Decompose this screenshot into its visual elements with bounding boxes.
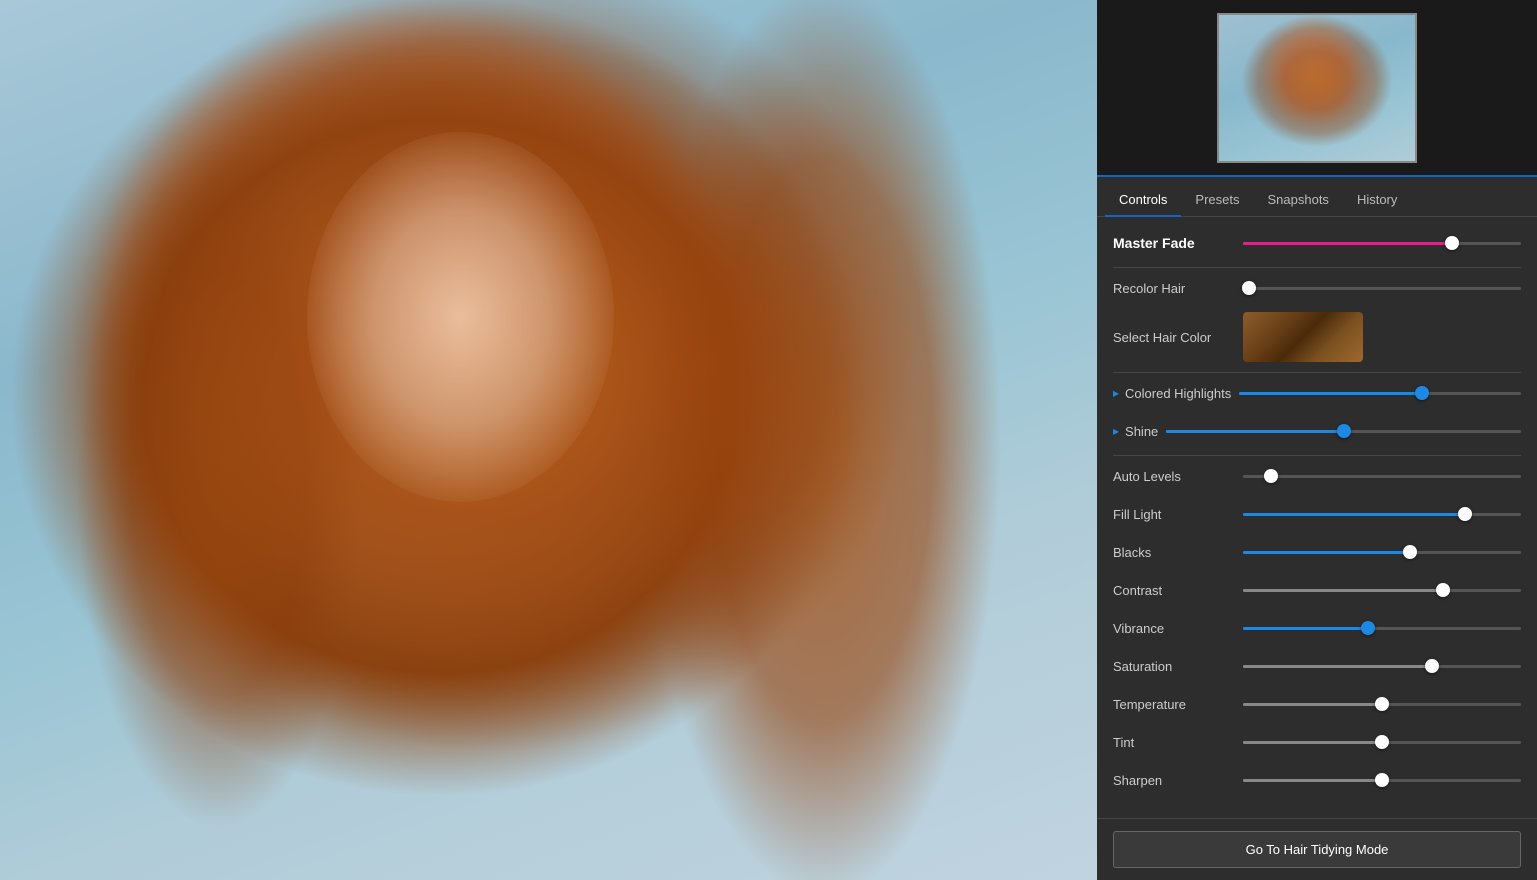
portrait-photo bbox=[0, 0, 1097, 880]
right-panel: Controls Presets Snapshots History Maste… bbox=[1097, 0, 1537, 880]
temperature-slider[interactable] bbox=[1243, 703, 1521, 706]
saturation-row: Saturation bbox=[1113, 652, 1521, 680]
shine-section[interactable]: ▸ Shine bbox=[1113, 424, 1158, 439]
divider-3 bbox=[1113, 455, 1521, 456]
tabs-bar: Controls Presets Snapshots History bbox=[1097, 175, 1537, 217]
tint-slider[interactable] bbox=[1243, 741, 1521, 744]
recolor-hair-slider[interactable] bbox=[1243, 287, 1521, 290]
contrast-label: Contrast bbox=[1113, 583, 1243, 598]
tab-controls[interactable]: Controls bbox=[1105, 184, 1181, 217]
recolor-hair-label: Recolor Hair bbox=[1113, 281, 1243, 296]
colored-highlights-section[interactable]: ▸ Colored Highlights bbox=[1113, 386, 1231, 401]
master-fade-label: Master Fade bbox=[1113, 235, 1243, 251]
temperature-label: Temperature bbox=[1113, 697, 1243, 712]
fill-light-row: Fill Light bbox=[1113, 500, 1521, 528]
vibrance-slider[interactable] bbox=[1243, 627, 1521, 630]
auto-levels-slider[interactable] bbox=[1243, 475, 1521, 478]
temperature-row: Temperature bbox=[1113, 690, 1521, 718]
divider-2 bbox=[1113, 372, 1521, 373]
fill-light-label: Fill Light bbox=[1113, 507, 1243, 522]
divider-1 bbox=[1113, 267, 1521, 268]
shine-label: Shine bbox=[1125, 424, 1158, 439]
blacks-label: Blacks bbox=[1113, 545, 1243, 560]
auto-levels-label: Auto Levels bbox=[1113, 469, 1243, 484]
colored-highlights-row: ▸ Colored Highlights bbox=[1113, 379, 1521, 407]
shine-slider[interactable] bbox=[1166, 430, 1521, 433]
colored-highlights-slider[interactable] bbox=[1239, 392, 1521, 395]
hair-color-swatch[interactable] bbox=[1243, 312, 1363, 362]
fill-light-slider[interactable] bbox=[1243, 513, 1521, 516]
tab-presets[interactable]: Presets bbox=[1181, 184, 1253, 217]
shine-row: ▸ Shine bbox=[1113, 417, 1521, 445]
controls-area: Master Fade Recolor Hair Select Hair Col… bbox=[1097, 217, 1537, 818]
master-fade-row: Master Fade bbox=[1113, 229, 1521, 257]
tab-history[interactable]: History bbox=[1343, 184, 1411, 217]
sharpen-slider[interactable] bbox=[1243, 779, 1521, 782]
auto-levels-row: Auto Levels bbox=[1113, 462, 1521, 490]
recolor-hair-row: Recolor Hair bbox=[1113, 274, 1521, 302]
blacks-slider[interactable] bbox=[1243, 551, 1521, 554]
colored-highlights-chevron: ▸ bbox=[1113, 386, 1119, 400]
contrast-row: Contrast bbox=[1113, 576, 1521, 604]
shine-chevron: ▸ bbox=[1113, 424, 1119, 438]
vibrance-row: Vibrance bbox=[1113, 614, 1521, 642]
colored-highlights-label: Colored Highlights bbox=[1125, 386, 1231, 401]
thumbnail-photo bbox=[1219, 15, 1415, 161]
thumbnail-area bbox=[1097, 0, 1537, 175]
thumbnail-wrapper bbox=[1217, 13, 1417, 163]
tab-snapshots[interactable]: Snapshots bbox=[1254, 184, 1343, 217]
hair-tidy-mode-button[interactable]: Go To Hair Tidying Mode bbox=[1113, 831, 1521, 868]
select-hair-color-row: Select Hair Color bbox=[1113, 312, 1521, 362]
saturation-slider[interactable] bbox=[1243, 665, 1521, 668]
main-image-area bbox=[0, 0, 1097, 880]
saturation-label: Saturation bbox=[1113, 659, 1243, 674]
select-hair-color-label: Select Hair Color bbox=[1113, 330, 1243, 345]
sharpen-row: Sharpen bbox=[1113, 766, 1521, 794]
master-fade-slider[interactable] bbox=[1243, 242, 1521, 245]
sharpen-label: Sharpen bbox=[1113, 773, 1243, 788]
contrast-slider[interactable] bbox=[1243, 589, 1521, 592]
bottom-bar: Go To Hair Tidying Mode bbox=[1097, 818, 1537, 880]
tint-row: Tint bbox=[1113, 728, 1521, 756]
vibrance-label: Vibrance bbox=[1113, 621, 1243, 636]
tint-label: Tint bbox=[1113, 735, 1243, 750]
blacks-row: Blacks bbox=[1113, 538, 1521, 566]
